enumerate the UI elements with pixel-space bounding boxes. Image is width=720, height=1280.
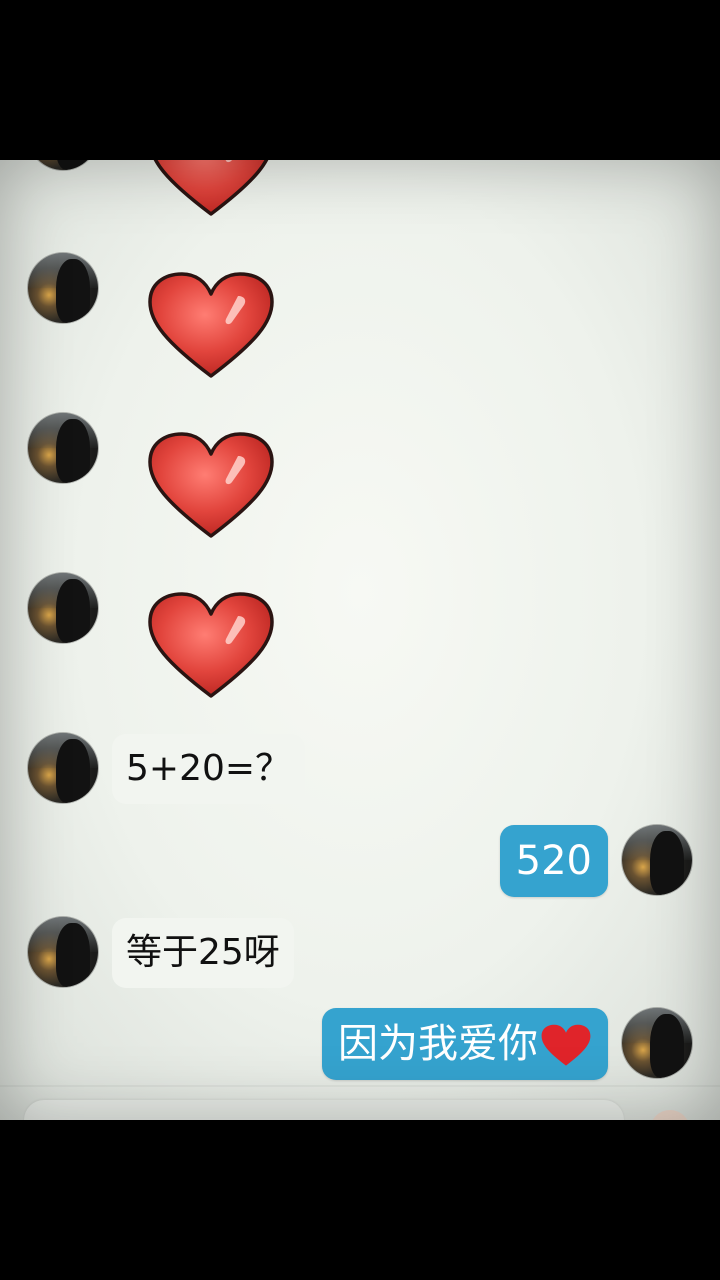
outgoing-message[interactable]: 520 <box>499 825 608 897</box>
outgoing-message[interactable]: 因为我爱你 <box>322 1008 608 1080</box>
avatar-self[interactable] <box>622 1008 692 1078</box>
avatar-contact[interactable] <box>28 917 98 987</box>
avatar-contact[interactable] <box>28 253 98 323</box>
incoming-message[interactable]: 5+20=？ <box>112 734 306 804</box>
avatar-self[interactable] <box>622 825 692 895</box>
chat-area[interactable]: 5+20=？ 520 等于25呀 因为我爱你 <box>0 160 720 1120</box>
avatar-contact[interactable] <box>28 733 98 803</box>
incoming-message[interactable]: 等于25呀 <box>112 918 294 988</box>
heart-sticker[interactable] <box>146 272 276 382</box>
avatar-contact[interactable] <box>28 413 98 483</box>
bottom-black-bar <box>0 1120 720 1280</box>
top-black-bar <box>0 0 720 160</box>
avatar-contact[interactable] <box>28 573 98 643</box>
avatar-contact[interactable] <box>28 160 98 170</box>
emoji-button[interactable] <box>650 1110 690 1120</box>
red-heart-emoji-icon <box>541 1024 591 1066</box>
heart-sticker[interactable] <box>146 432 276 542</box>
message-input[interactable] <box>24 1100 624 1120</box>
outgoing-message-text: 因为我爱你 <box>338 1021 538 1067</box>
heart-sticker[interactable] <box>146 592 276 702</box>
input-divider <box>0 1085 720 1087</box>
heart-sticker[interactable] <box>146 160 276 220</box>
